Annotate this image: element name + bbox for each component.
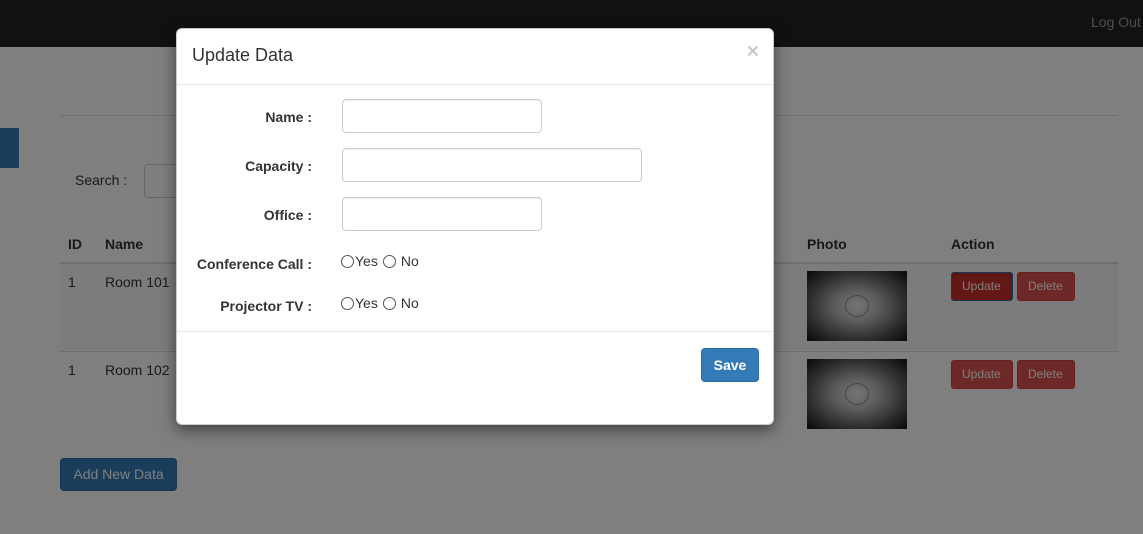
- capacity-label: Capacity :: [245, 158, 312, 174]
- capacity-form-row: Capacity :: [177, 148, 773, 188]
- projector-tv-label: Projector TV :: [220, 298, 312, 314]
- office-form-row: Office :: [177, 197, 773, 237]
- modal-header: Update Data ×: [177, 29, 773, 85]
- save-button[interactable]: Save: [701, 348, 759, 382]
- conference-call-form-row: Conference Call : Yes No: [177, 253, 773, 293]
- office-label: Office :: [263, 207, 312, 223]
- projector-tv-yes-radio[interactable]: [341, 296, 354, 310]
- conference-call-yes-radio[interactable]: [341, 254, 354, 268]
- name-label: Name :: [265, 109, 312, 125]
- projector-tv-no-label: No: [400, 295, 419, 311]
- conference-call-no-radio[interactable]: [382, 254, 396, 268]
- modal-footer: Save: [177, 331, 773, 425]
- projector-tv-form-row: Projector TV : Yes No: [177, 295, 773, 335]
- conference-call-no-label: No: [400, 253, 419, 269]
- capacity-input[interactable]: [342, 148, 642, 182]
- projector-tv-radio-group: Yes No: [341, 295, 419, 311]
- conference-call-yes-label: Yes: [355, 253, 378, 269]
- modal-title: Update Data: [192, 45, 294, 65]
- update-data-modal: Update Data × Name : Capacity : Office :…: [176, 28, 774, 425]
- conference-call-label: Conference Call :: [196, 256, 312, 272]
- projector-tv-yes-label: Yes: [355, 295, 378, 311]
- close-icon[interactable]: ×: [747, 41, 759, 62]
- projector-tv-no-radio[interactable]: [382, 296, 396, 310]
- name-input[interactable]: [342, 99, 542, 133]
- conference-call-radio-group: Yes No: [341, 253, 419, 269]
- name-form-row: Name :: [177, 99, 773, 139]
- office-input[interactable]: [342, 197, 542, 231]
